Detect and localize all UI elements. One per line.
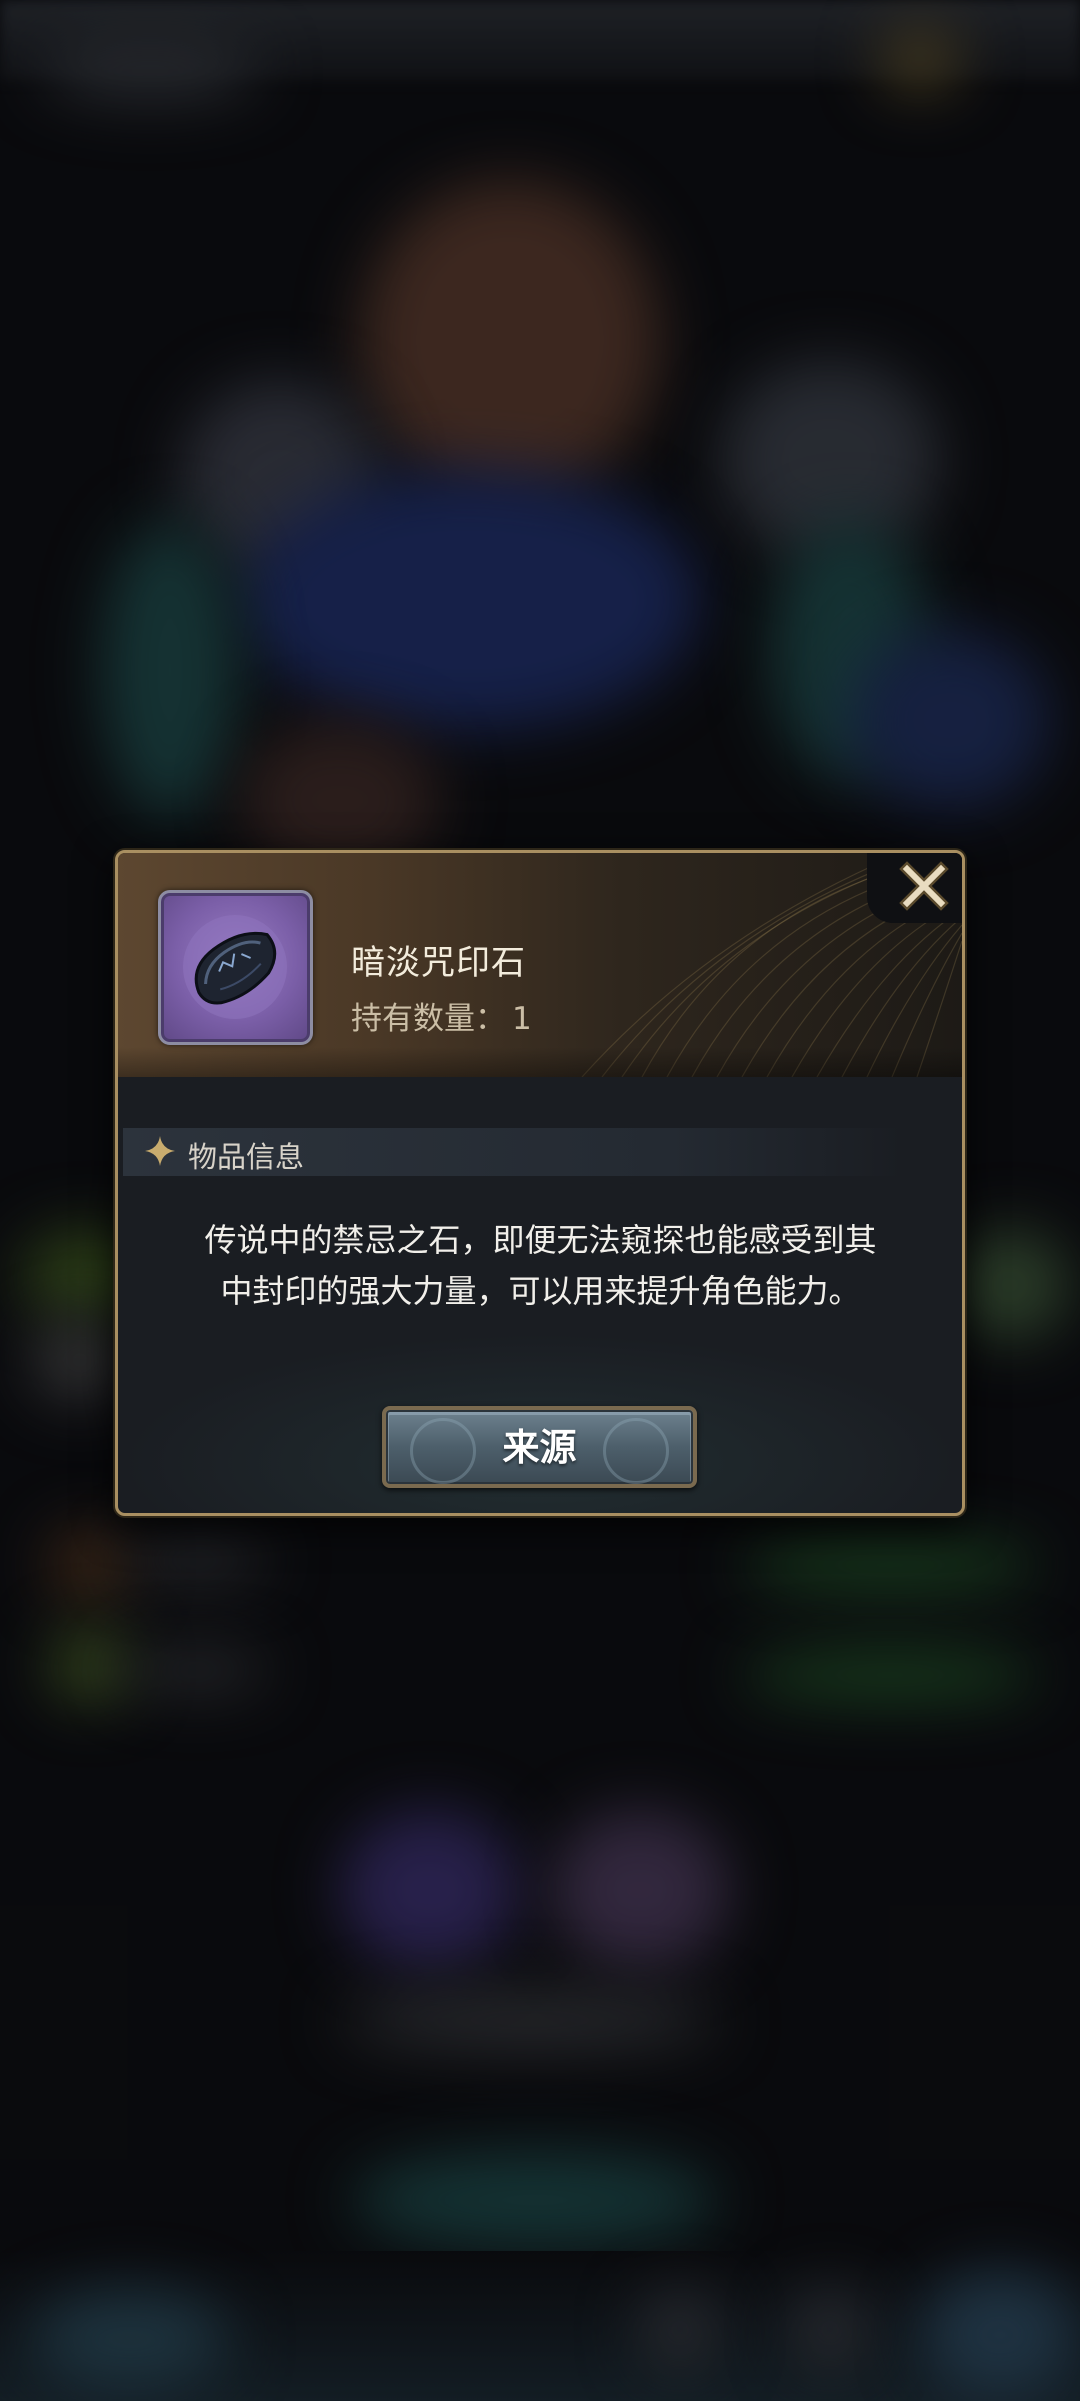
sparkle-star-icon [145, 1136, 175, 1166]
item-description: 传说中的禁忌之石，即便无法窥探也能感受到其 中封印的强大力量，可以用来提升角色能… [158, 1215, 923, 1317]
item-info-dialog: 暗淡咒印石 持有数量： 1 物品信息 传说中的禁忌之石，即便无法窥探也能感受到其 … [115, 850, 965, 1516]
source-button-label: 来源 [502, 1425, 577, 1469]
dark-rune-stone-icon [183, 915, 287, 1019]
description-line: 中封印的强大力量，可以用来提升角色能力。 [220, 1272, 861, 1310]
item-count-value: 1 [512, 1001, 532, 1037]
section-title: 物品信息 [188, 1140, 305, 1174]
dialog-header: 暗淡咒印石 持有数量： 1 [118, 853, 962, 1077]
source-button[interactable]: 来源 [382, 1406, 697, 1488]
header-shade [118, 1047, 962, 1077]
description-line: 传说中的禁忌之石，即便无法窥探也能感受到其 [204, 1221, 877, 1259]
close-x-icon [899, 861, 949, 911]
item-count: 持有数量： 1 [351, 993, 532, 1038]
section-header: 物品信息 [123, 1128, 903, 1176]
item-count-label: 持有数量： [351, 1001, 506, 1037]
item-icon-frame [158, 890, 313, 1045]
close-button[interactable] [867, 853, 962, 923]
item-name: 暗淡咒印石 [351, 943, 526, 983]
